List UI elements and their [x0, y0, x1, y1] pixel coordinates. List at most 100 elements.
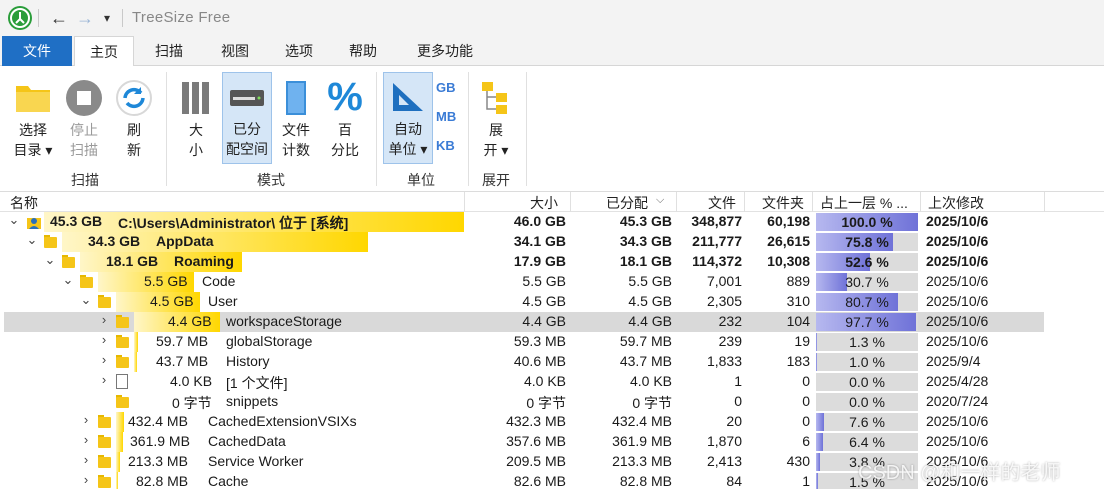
file-icon: [116, 374, 128, 389]
row-allocated: 43.7 MB: [619, 353, 672, 369]
expand-button[interactable]: 展 开 ▾: [474, 74, 518, 164]
percent-bar: 0.0 %: [816, 393, 918, 411]
column-divider[interactable]: [676, 192, 677, 212]
chevron-right-icon[interactable]: ›: [80, 472, 92, 487]
percent-bar: 80.7 %: [816, 293, 918, 311]
tab-options[interactable]: 选项: [270, 36, 328, 66]
forward-arrow-icon[interactable]: →: [74, 7, 96, 29]
column-header-files[interactable]: 文件: [708, 193, 736, 213]
row-name-size: 82.8 MB: [136, 473, 189, 489]
column-header-name[interactable]: 名称: [10, 193, 38, 213]
auto-unit-button[interactable]: 自动 单位 ▾: [383, 72, 433, 164]
tab-help[interactable]: 帮助: [334, 36, 392, 66]
select-directory-label-1: 选择: [19, 122, 47, 138]
table-row[interactable]: ⌄ 4.5 GB User 4.5 GB 4.5 GB 2,305 310 80.7 % 202…: [0, 292, 1104, 312]
row-allocated: 45.3 GB: [619, 213, 672, 229]
tab-more-features[interactable]: 更多功能: [402, 36, 488, 66]
tab-scan[interactable]: 扫描: [140, 36, 198, 66]
row-folders: 19: [794, 333, 810, 349]
row-name: User: [208, 293, 238, 309]
table-row[interactable]: 0 字节 snippets 0 字节 0 字节 0 0 0.0 % 2020/7/24: [0, 392, 1104, 412]
column-divider[interactable]: [812, 192, 813, 212]
folder-icon: [62, 255, 75, 269]
table-row[interactable]: › 361.9 MB CachedData 357.6 MB 361.9 MB 1,870…: [0, 432, 1104, 452]
row-modified: 2020/7/24: [926, 393, 989, 409]
chevron-down-icon[interactable]: ⌄: [44, 252, 56, 268]
folder-icon: [98, 475, 111, 489]
row-size: 34.1 GB: [513, 233, 566, 249]
row-percent: 1.3 %: [849, 334, 885, 350]
back-arrow-icon[interactable]: ←: [48, 7, 70, 29]
unit-mb-button[interactable]: MB: [436, 109, 456, 124]
row-folders: 6: [802, 433, 810, 449]
column-divider[interactable]: [570, 192, 571, 212]
tab-view[interactable]: 视图: [206, 36, 264, 66]
ribbon-divider: [468, 72, 469, 186]
chevron-right-icon[interactable]: ›: [80, 432, 92, 447]
row-percent: 100.0 %: [841, 214, 893, 230]
chevron-right-icon[interactable]: ›: [98, 312, 110, 327]
table-row[interactable]: › 43.7 MB History 40.6 MB 43.7 MB 1,833 183 1.0…: [0, 352, 1104, 372]
mode-percent-button[interactable]: % 百 分比: [322, 74, 368, 164]
titlebar-divider: [122, 9, 123, 27]
column-divider[interactable]: [744, 192, 745, 212]
tab-file[interactable]: 文件: [2, 36, 72, 66]
table-row[interactable]: › 432.4 MB CachedExtensionVSIXs 432.3 MB 432…: [0, 412, 1104, 432]
chevron-down-icon[interactable]: ⌄: [62, 272, 74, 288]
chevron-right-icon[interactable]: ›: [80, 452, 92, 467]
mode-file-count-button[interactable]: 文件 计数: [274, 74, 318, 164]
table-row[interactable]: › 4.4 GB workspaceStorage 4.4 GB 4.4 GB 232 10…: [0, 312, 1104, 332]
size-bar: [116, 452, 120, 472]
tab-home[interactable]: 主页: [74, 36, 134, 67]
row-name-size: 45.3 GB: [50, 213, 103, 229]
row-size: 4.0 KB: [523, 373, 566, 389]
mode-size-button[interactable]: 大 小: [174, 74, 218, 164]
table-row[interactable]: › 59.7 MB globalStorage 59.3 MB 59.7 MB 239 19…: [0, 332, 1104, 352]
row-name: Service Worker: [208, 453, 304, 469]
group-label-unit: 单位: [407, 172, 435, 188]
table-row[interactable]: › 4.0 KB [1 个文件] 4.0 KB 4.0 KB 1 0 0.0 % 2025/4/…: [0, 372, 1104, 392]
table-row[interactable]: ⌄ 34.3 GB AppData 34.1 GB 34.3 GB 211,777 26,6…: [0, 232, 1104, 252]
row-files: 239: [718, 333, 742, 349]
column-divider[interactable]: [464, 192, 465, 212]
stop-scan-label-1: 停止: [70, 122, 98, 138]
size-bar: [116, 432, 123, 452]
table-row[interactable]: ⌄ 45.3 GB C:\Users\Administrator\ 位于 [系统] 4…: [0, 212, 1104, 232]
row-files: 7,001: [706, 273, 742, 289]
quick-access-dropdown[interactable]: ▾: [96, 7, 118, 29]
row-percent: 0.0 %: [849, 394, 885, 410]
table-row[interactable]: ⌄ 5.5 GB Code 5.5 GB 5.5 GB 7,001 889 30.7 % 202…: [0, 272, 1104, 292]
chevron-down-icon[interactable]: ⌄: [8, 212, 20, 228]
percent-bar: 7.6 %: [816, 413, 918, 431]
column-header-last-modified[interactable]: 上次修改: [928, 193, 984, 213]
column-divider[interactable]: [920, 192, 921, 212]
column-header-size[interactable]: 大小: [530, 193, 558, 213]
row-size: 357.6 MB: [506, 433, 566, 449]
chevron-right-icon[interactable]: ›: [98, 352, 110, 367]
select-directory-button[interactable]: 选择 目录 ▾: [8, 74, 58, 164]
chevron-right-icon[interactable]: ›: [98, 332, 110, 347]
stop-icon: [66, 80, 102, 116]
refresh-label-1: 刷: [127, 122, 141, 138]
row-size: 209.5 MB: [506, 453, 566, 469]
title-bar: ← → ▾ TreeSize Free: [0, 0, 1104, 36]
column-divider[interactable]: [1044, 192, 1045, 212]
unit-gb-button[interactable]: GB: [436, 80, 456, 95]
column-header-allocated[interactable]: 已分配: [606, 193, 648, 213]
stop-scan-button[interactable]: 停止 扫描: [60, 74, 108, 164]
chevron-right-icon[interactable]: ›: [80, 412, 92, 427]
unit-kb-button[interactable]: KB: [436, 138, 455, 153]
chevron-down-icon[interactable]: ⌄: [80, 292, 92, 308]
chevron-right-icon[interactable]: ›: [98, 372, 110, 387]
mode-allocated-button[interactable]: 已分 配空间: [222, 72, 272, 164]
select-directory-label-2: 目录 ▾: [13, 142, 53, 158]
folder-icon: [98, 295, 111, 309]
refresh-button[interactable]: 刷 新: [112, 74, 156, 164]
row-files: 2,413: [706, 453, 742, 469]
column-header-folders[interactable]: 文件夹: [762, 193, 804, 213]
treesize-logo-icon: [8, 6, 32, 30]
watermark-text: CSDN @和一样的老师: [858, 462, 1061, 484]
column-header-percent-parent[interactable]: 占上一层 % ...: [820, 193, 908, 213]
chevron-down-icon[interactable]: ⌄: [26, 232, 38, 248]
table-row[interactable]: ⌄ 18.1 GB Roaming 17.9 GB 18.1 GB 114,372 10,3…: [0, 252, 1104, 272]
